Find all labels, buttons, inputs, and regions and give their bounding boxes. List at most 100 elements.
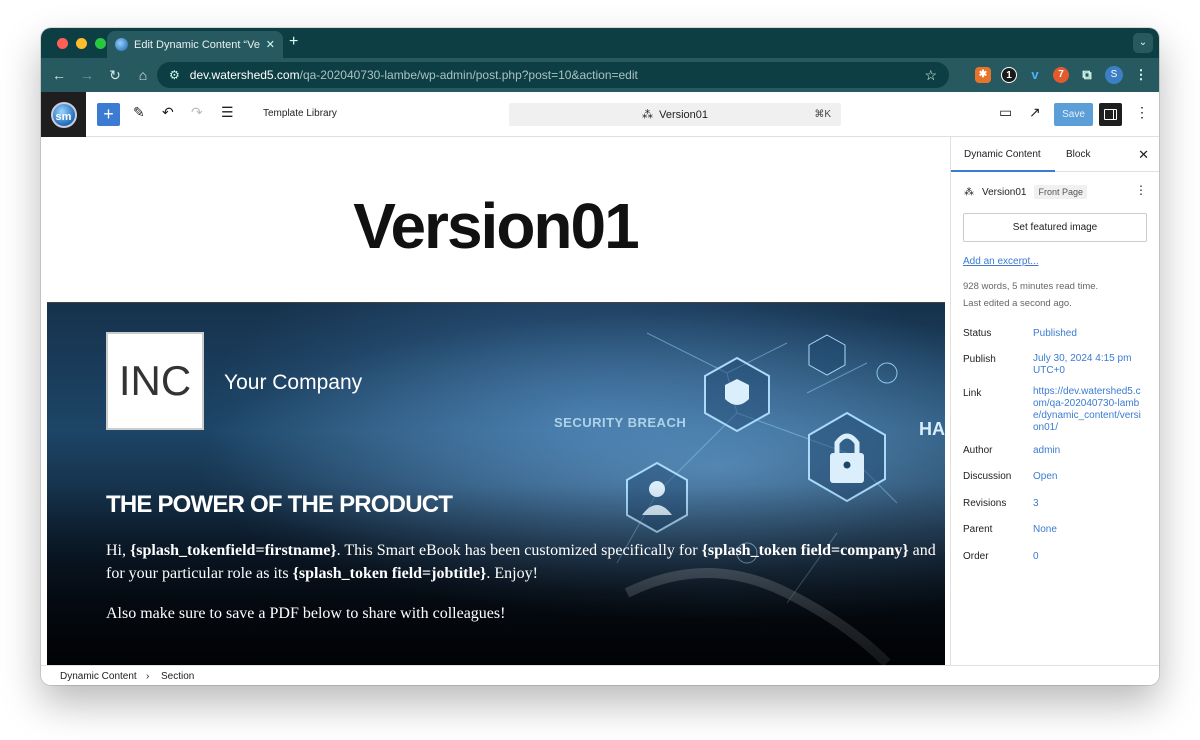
set-featured-image-button[interactable]: Set featured image (963, 213, 1147, 242)
post-actions-menu-icon[interactable]: ⋮ (1135, 183, 1147, 197)
discussion-label: Discussion (963, 471, 1012, 482)
parent-label: Parent (963, 524, 993, 535)
close-window-button[interactable] (57, 38, 68, 49)
hubspot-extension-icon[interactable]: ✱ (975, 67, 991, 83)
last-edited-text: Last edited a second ago. (963, 298, 1072, 309)
save-button[interactable]: Save (1054, 103, 1093, 126)
company-token: {splash_token field=company} (701, 542, 909, 559)
partial-hack-label: HA (919, 419, 945, 439)
revisions-label: Revisions (963, 498, 1007, 509)
toggl-extension-icon[interactable]: 7 (1053, 67, 1069, 83)
hero-section[interactable]: INC Your Company SECURITY BREACH HA THE … (47, 302, 945, 665)
add-excerpt-link[interactable]: Add an excerpt... (963, 256, 1039, 267)
tab-dynamic-content[interactable]: Dynamic Content (964, 149, 1041, 160)
command-shortcut: ⌘K (814, 109, 831, 120)
window-controls (57, 38, 106, 49)
site-settings-icon[interactable]: ⚙ (169, 68, 180, 82)
url-host: dev.watershed5.com (189, 68, 300, 82)
browser-tab-active[interactable]: Edit Dynamic Content “Versio ✕ (107, 31, 283, 58)
options-menu-icon[interactable]: ⋮ (1135, 104, 1149, 121)
front-page-badge: Front Page (1034, 185, 1088, 199)
pdf-paragraph[interactable]: Also make sure to save a PDF below to sh… (106, 605, 505, 623)
address-bar[interactable]: ⚙ dev.watershed5.com/qa-202040730-lambe/… (157, 62, 949, 88)
back-icon[interactable]: ← (45, 67, 73, 83)
site-logo[interactable]: sm (41, 92, 86, 137)
link-label: Link (963, 388, 982, 399)
publish-label: Publish (963, 354, 996, 365)
sidebar-icon (1104, 109, 1117, 120)
page-title[interactable]: Version01 (41, 189, 950, 263)
security-breach-label: SECURITY BREACH (554, 415, 687, 430)
publish-value[interactable]: July 30, 2024 4:15 pm UTC+0 (1033, 353, 1139, 377)
browser-toolbar: ← → ↻ ⌂ ⚙ dev.watershed5.com/qa-20204073… (41, 58, 1159, 92)
hero-heading[interactable]: THE POWER OF THE PRODUCT (106, 491, 453, 519)
jobtitle-token: {splash_token field=jobtitle} (292, 565, 487, 582)
editor-toolbar: sm + ✎ ↶ ↷ ☰ Template Library ⁂ Version0… (41, 92, 1159, 137)
sidebar-tabs: Dynamic Content Block ✕ (951, 137, 1159, 172)
tab-block[interactable]: Block (1066, 149, 1090, 160)
body-end-text: . Enjoy! (486, 565, 538, 582)
extensions-puzzle-icon[interactable]: ⧉ (1079, 67, 1095, 83)
word-count-text: 928 words, 5 minutes read time. (963, 281, 1099, 292)
command-title: Version01 (659, 109, 709, 121)
post-summary-header: ⁂ Version01 Front Page (964, 185, 1088, 199)
command-palette-bar[interactable]: ⁂ Version01 ⌘K (509, 103, 841, 126)
onepassword-extension-icon[interactable]: 1 (1001, 67, 1017, 83)
breadcrumb-separator: › (146, 671, 150, 682)
document-overview-icon[interactable]: ☰ (221, 104, 234, 121)
status-label: Status (963, 328, 992, 339)
body-mid-text: . This Smart eBook has been customized s… (336, 542, 702, 559)
revisions-value[interactable]: 3 (1033, 498, 1153, 510)
parent-value[interactable]: None (1033, 524, 1153, 536)
link-value[interactable]: https://dev.watershed5.com/qa-202040730-… (1033, 386, 1141, 434)
hero-paragraph[interactable]: Hi, {splash_tokenfield=firstname}. This … (106, 539, 945, 585)
tab-strip: Edit Dynamic Content “Versio ✕ + ⌄ (41, 28, 1159, 58)
settings-sidebar: Dynamic Content Block ✕ ⁂ Version01 Fron… (950, 137, 1159, 665)
post-name: Version01 (982, 186, 1027, 198)
bookmark-star-icon[interactable]: ☆ (924, 67, 937, 84)
breadcrumb-item-dynamic-content[interactable]: Dynamic Content (60, 671, 137, 682)
post-type-icon: ⁂ (964, 186, 974, 198)
extensions-area: ✱ 1 v 7 ⧉ S ⋮ (975, 66, 1149, 84)
company-name[interactable]: Your Company (224, 371, 362, 395)
active-tab-indicator (951, 170, 1055, 172)
order-value[interactable]: 0 (1033, 551, 1153, 563)
browser-window: Edit Dynamic Content “Versio ✕ + ⌄ ← → ↻… (41, 28, 1159, 685)
firstname-token: {splash_tokenfield=firstname} (130, 542, 337, 559)
forward-icon[interactable]: → (73, 67, 101, 83)
profile-avatar[interactable]: S (1105, 66, 1123, 84)
template-library-button[interactable]: Template Library (263, 108, 337, 119)
tools-pencil-icon[interactable]: ✎ (133, 104, 145, 121)
tab-title: Edit Dynamic Content “Versio (134, 38, 260, 51)
url-path: /qa-202040730-lambe/wp-admin/post.php?po… (299, 68, 638, 82)
tab-search-button[interactable]: ⌄ (1133, 33, 1153, 53)
discussion-value[interactable]: Open (1033, 471, 1153, 483)
new-tab-button[interactable]: + (289, 33, 298, 51)
company-logo-placeholder[interactable]: INC (106, 332, 204, 430)
view-post-icon[interactable]: ↗ (1029, 104, 1041, 121)
breadcrumb-item-section[interactable]: Section (161, 671, 194, 682)
undo-icon[interactable]: ↶ (162, 104, 174, 121)
author-value[interactable]: admin (1033, 445, 1153, 457)
home-icon[interactable]: ⌂ (129, 67, 157, 83)
close-tab-icon[interactable]: ✕ (266, 38, 275, 51)
post-type-icon: ⁂ (641, 109, 653, 121)
maximize-window-button[interactable] (95, 38, 106, 49)
site-favicon-icon (115, 38, 128, 51)
site-logo-icon: sm (50, 101, 77, 128)
reload-icon[interactable]: ↻ (101, 67, 129, 84)
block-breadcrumb: Dynamic Content › Section (41, 665, 1159, 685)
redo-icon[interactable]: ↷ (191, 104, 203, 121)
status-value[interactable]: Published (1033, 328, 1153, 340)
settings-sidebar-toggle[interactable] (1099, 103, 1122, 126)
order-label: Order (963, 551, 989, 562)
author-label: Author (963, 445, 993, 456)
block-inserter-button[interactable]: + (97, 103, 120, 126)
editor-canvas[interactable]: Version01 INC Your Company SECURITY BREA… (41, 137, 950, 665)
device-preview-icon[interactable]: ▭ (999, 104, 1012, 121)
minimize-window-button[interactable] (76, 38, 87, 49)
close-sidebar-icon[interactable]: ✕ (1138, 147, 1149, 163)
body-hi-text: Hi, (106, 542, 130, 559)
browser-menu-icon[interactable]: ⋮ (1133, 67, 1149, 83)
vimeo-extension-icon[interactable]: v (1027, 67, 1043, 83)
